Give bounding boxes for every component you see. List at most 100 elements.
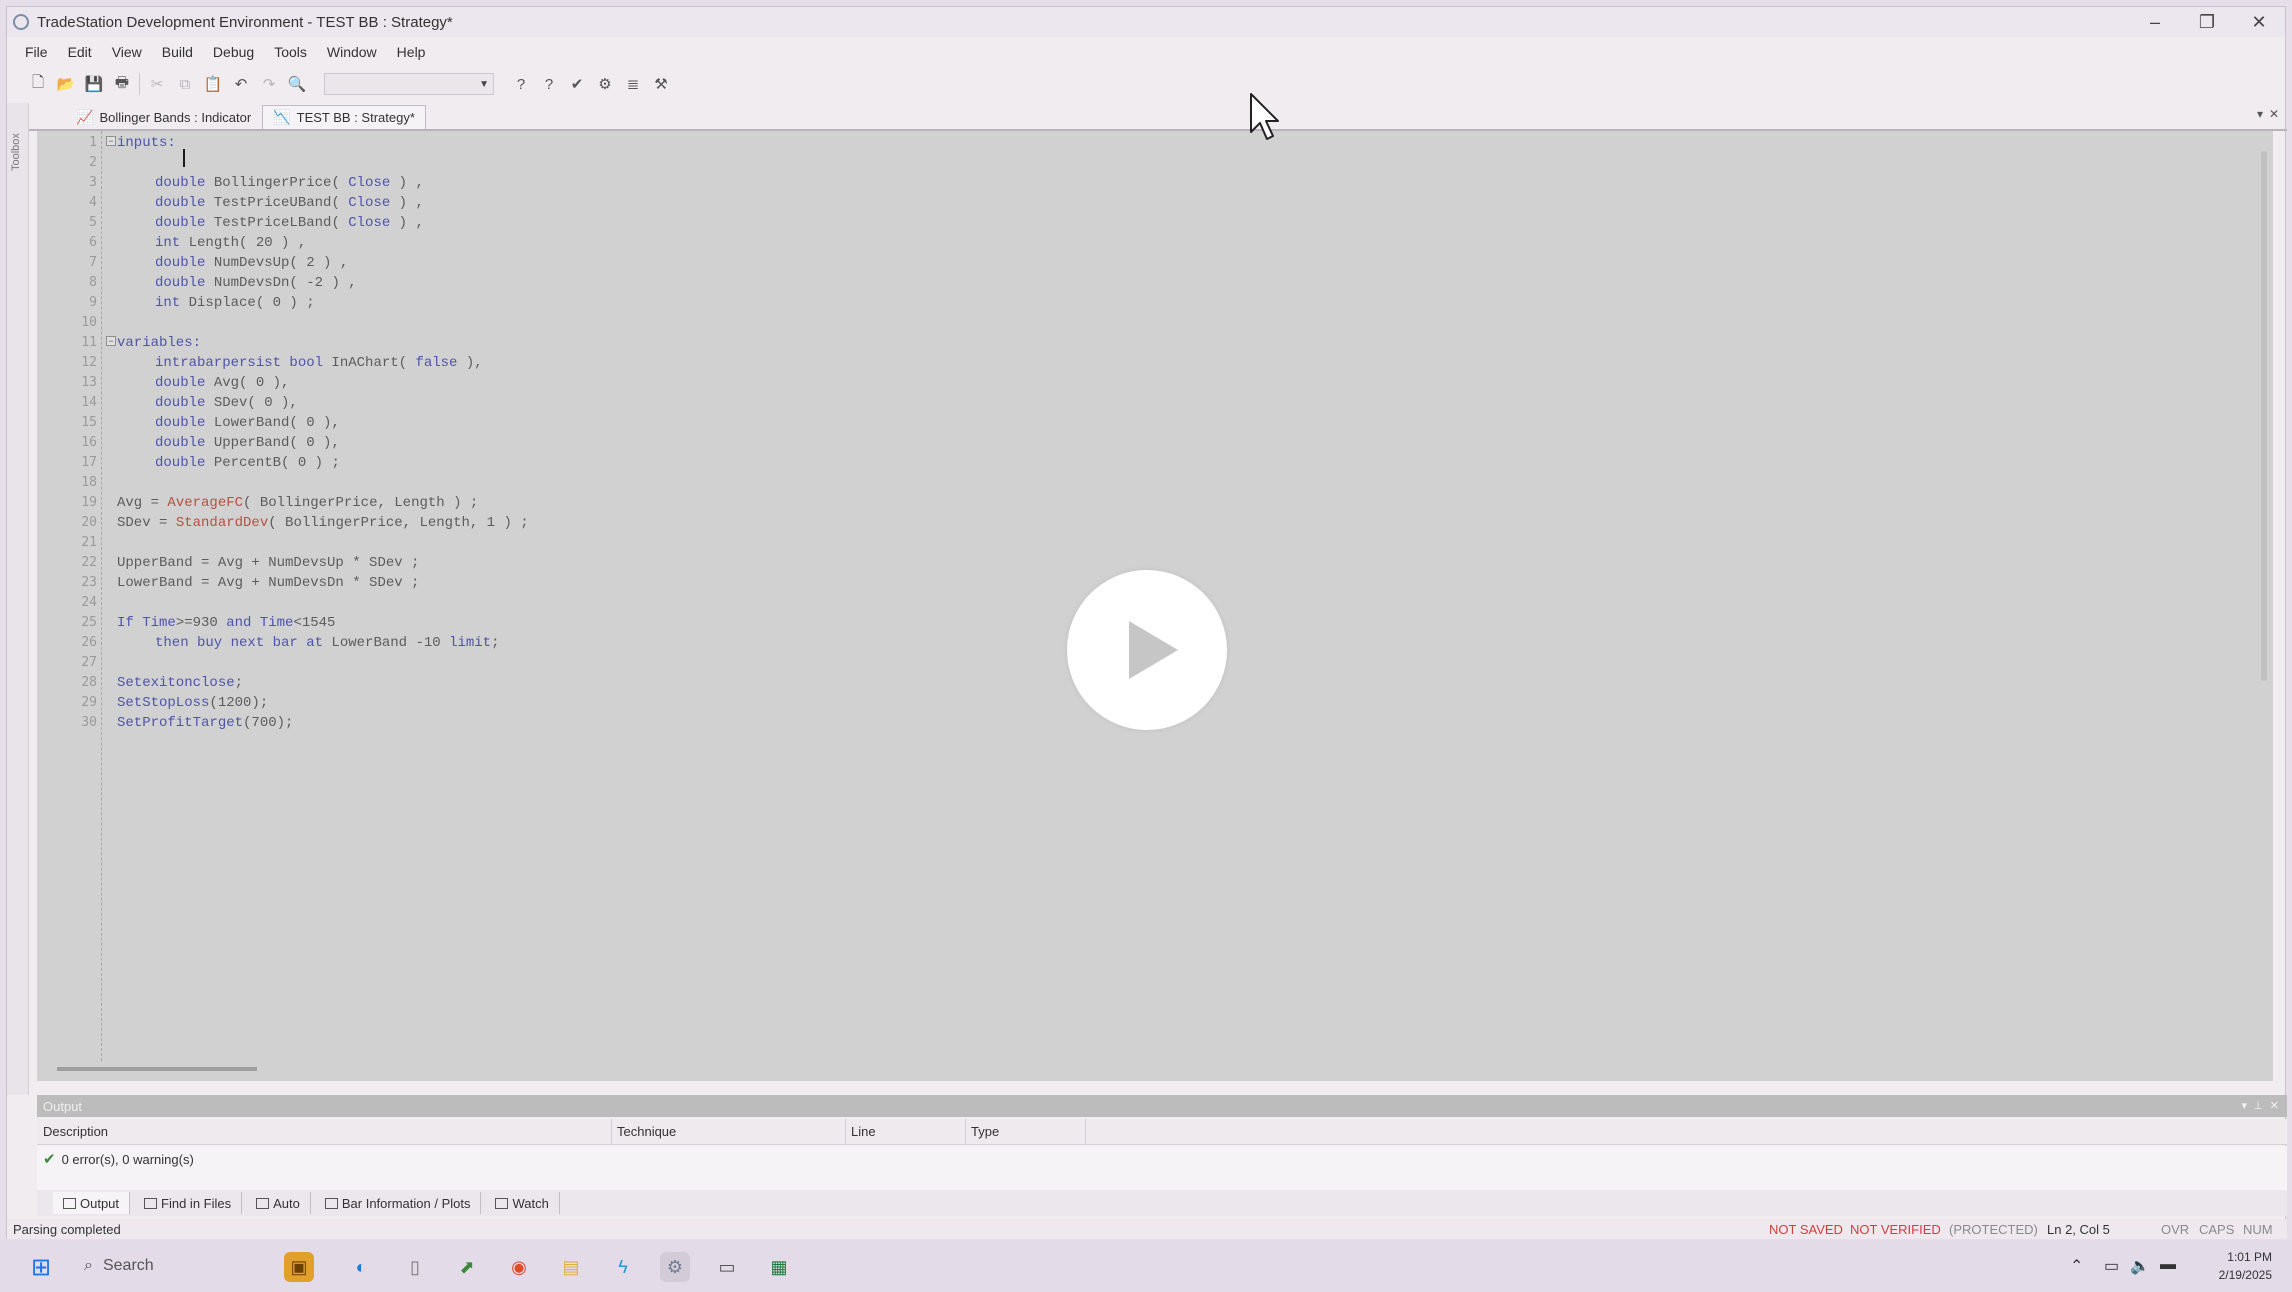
chrome-icon[interactable]: ◉ bbox=[504, 1252, 534, 1282]
toolbar: 🗋 📂 💾 🖶 ✂ ⧉ 📋 ↶ ↷ 🔍 ▼ ? ? ✔ ⚙ ≣ ⚒ bbox=[7, 67, 767, 101]
code-line-7: double NumDevsUp( 2 ) , bbox=[155, 255, 349, 271]
close-window-button[interactable]: ✕ bbox=[2233, 7, 2285, 37]
tab-list-dropdown[interactable]: ▾ bbox=[2257, 107, 2263, 121]
verified-check-icon: ✔ bbox=[43, 1151, 56, 1168]
tradestation-chart-icon[interactable]: ⬈ bbox=[452, 1252, 482, 1282]
title-bar: TradeStation Development Environment - T… bbox=[7, 7, 2285, 37]
scrollbar-thumb[interactable] bbox=[2261, 151, 2267, 681]
menu-bar: File Edit View Build Debug Tools Window … bbox=[7, 39, 445, 65]
paste-icon[interactable]: 📋 bbox=[202, 73, 224, 95]
tray-network-icon[interactable]: ▭ bbox=[2104, 1256, 2119, 1276]
windows-start-icon[interactable]: ⊞ bbox=[26, 1252, 56, 1282]
tab-auto[interactable]: Auto bbox=[246, 1192, 311, 1214]
line-number: 13 bbox=[81, 375, 97, 390]
tab-find-in-files[interactable]: Find in Files bbox=[134, 1192, 243, 1214]
context-help-icon[interactable]: ? bbox=[538, 73, 560, 95]
verify-icon[interactable]: ✔ bbox=[566, 73, 588, 95]
line-number: 10 bbox=[81, 315, 97, 330]
help-icon[interactable]: ? bbox=[510, 73, 532, 95]
fold-toggle-variables[interactable]: − bbox=[106, 336, 116, 346]
properties-icon[interactable]: ⚙ bbox=[594, 73, 616, 95]
menu-build[interactable]: Build bbox=[162, 44, 193, 60]
format-icon[interactable]: ≣ bbox=[622, 73, 644, 95]
menu-edit[interactable]: Edit bbox=[68, 44, 92, 60]
vertical-scrollbar[interactable] bbox=[2257, 141, 2271, 1061]
col-description[interactable]: Description bbox=[43, 1124, 108, 1139]
menu-window[interactable]: Window bbox=[327, 44, 377, 60]
excel-icon[interactable]: ▦ bbox=[764, 1252, 794, 1282]
code-line-1: inputs: bbox=[117, 135, 176, 151]
line-number: 11 bbox=[81, 335, 97, 350]
notepad-icon[interactable]: ▯ bbox=[400, 1252, 430, 1282]
copy-icon[interactable]: ⧉ bbox=[174, 73, 196, 95]
tradestation-icon[interactable]: ϟ bbox=[608, 1252, 638, 1282]
tab-bar-information-plots[interactable]: Bar Information / Plots bbox=[315, 1192, 482, 1214]
fold-toggle-inputs[interactable]: − bbox=[106, 136, 116, 146]
save-icon[interactable]: 💾 bbox=[83, 73, 105, 95]
col-type[interactable]: Type bbox=[971, 1124, 999, 1139]
tab-label: Watch bbox=[512, 1195, 549, 1211]
line-number: 29 bbox=[81, 695, 97, 710]
scrollbar-thumb[interactable] bbox=[57, 1067, 257, 1071]
tray-battery-icon[interactable]: ▬ bbox=[2160, 1256, 2176, 1274]
line-number: 2 bbox=[89, 155, 97, 170]
line-number: 25 bbox=[81, 615, 97, 630]
menu-file[interactable]: File bbox=[25, 44, 48, 60]
edge-browser-icon[interactable]: ◐ bbox=[346, 1252, 376, 1282]
tab-bollinger-bands-indicator[interactable]: 📈 Bollinger Bands : Indicator bbox=[65, 105, 262, 129]
window-title: TradeStation Development Environment - T… bbox=[37, 13, 453, 31]
code-line-15: double LowerBand( 0 ), bbox=[155, 415, 340, 431]
status-not-verified: NOT VERIFIED bbox=[1850, 1222, 1941, 1237]
toolbox-strip[interactable]: Toolbox bbox=[7, 103, 29, 1095]
restore-button[interactable]: ❐ bbox=[2181, 7, 2233, 37]
tab-test-bb-strategy[interactable]: 📉 TEST BB : Strategy* bbox=[262, 105, 426, 129]
status-num: NUM bbox=[2243, 1222, 2273, 1237]
tray-volume-icon[interactable]: 🔈 bbox=[2130, 1256, 2150, 1276]
col-technique[interactable]: Technique bbox=[617, 1124, 676, 1139]
menu-view[interactable]: View bbox=[112, 44, 142, 60]
code-line-19: Avg = AverageFC( BollingerPrice, Length … bbox=[117, 495, 479, 511]
tools-icon[interactable]: ⚒ bbox=[650, 73, 672, 95]
menu-tools[interactable]: Tools bbox=[274, 44, 307, 60]
code-line-12: intrabarpersist bool InAChart( false ), bbox=[155, 355, 483, 371]
file-explorer-icon[interactable]: ▤ bbox=[556, 1252, 586, 1282]
code-line-14: double SDev( 0 ), bbox=[155, 395, 298, 411]
panel-dropdown[interactable]: ▾ bbox=[2241, 1099, 2247, 1112]
list-item[interactable]: ✔ 0 error(s), 0 warning(s) bbox=[43, 1150, 194, 1168]
tray-chevron-icon[interactable]: ⌃ bbox=[2070, 1256, 2083, 1276]
taskbar-clock[interactable]: 1:01 PM 2/19/2025 bbox=[2219, 1248, 2272, 1284]
print-icon[interactable]: 🖶 bbox=[111, 73, 133, 95]
taskbar-search[interactable]: ⌕ Search bbox=[74, 1250, 264, 1282]
strategy-icon: 📉 bbox=[273, 109, 291, 125]
find-icon[interactable]: 🔍 bbox=[286, 73, 308, 95]
panel-pin[interactable]: ⊥ bbox=[2253, 1099, 2263, 1112]
col-line[interactable]: Line bbox=[851, 1124, 876, 1139]
window-icon bbox=[324, 1197, 338, 1209]
minimize-button[interactable]: – bbox=[2129, 7, 2181, 37]
toolbox-label: Toolbox bbox=[10, 133, 22, 171]
tab-watch[interactable]: Watch bbox=[485, 1192, 560, 1214]
line-number: 4 bbox=[89, 195, 97, 210]
code-line-20: SDev = StandardDev( BollingerPrice, Leng… bbox=[117, 515, 529, 531]
window-icon bbox=[63, 1197, 76, 1209]
find-combo[interactable]: ▼ bbox=[324, 73, 494, 95]
video-play-button[interactable] bbox=[1067, 570, 1227, 730]
briefcase-app-icon[interactable]: ▣ bbox=[284, 1252, 314, 1282]
document-app-icon[interactable]: ▭ bbox=[712, 1252, 742, 1282]
menu-help[interactable]: Help bbox=[397, 44, 426, 60]
new-file-icon[interactable]: 🗋 bbox=[27, 73, 49, 95]
code-line-9: int Displace( 0 ) ; bbox=[155, 295, 315, 311]
menu-debug[interactable]: Debug bbox=[213, 44, 254, 60]
cut-icon[interactable]: ✂ bbox=[146, 73, 168, 95]
open-folder-icon[interactable]: 📂 bbox=[55, 73, 77, 95]
undo-icon[interactable]: ↶ bbox=[230, 73, 252, 95]
close-tab-button[interactable]: ✕ bbox=[2269, 107, 2279, 121]
column-divider bbox=[1085, 1119, 1086, 1145]
panel-close[interactable]: ✕ bbox=[2270, 1099, 2279, 1112]
horizontal-scrollbar[interactable] bbox=[57, 1063, 2247, 1075]
redo-icon[interactable]: ↷ bbox=[258, 73, 280, 95]
tab-output[interactable]: Output bbox=[53, 1192, 131, 1214]
development-environment-icon[interactable]: ⚙ bbox=[660, 1252, 690, 1282]
windows-taskbar: ⊞ ⌕ Search ▣ ◐ ▯ ⬈ ◉ ▤ ϟ ⚙ ▭ ▦ ⌃ ▭ 🔈 ▬ 1… bbox=[0, 1240, 2292, 1292]
line-number: 21 bbox=[81, 535, 97, 550]
